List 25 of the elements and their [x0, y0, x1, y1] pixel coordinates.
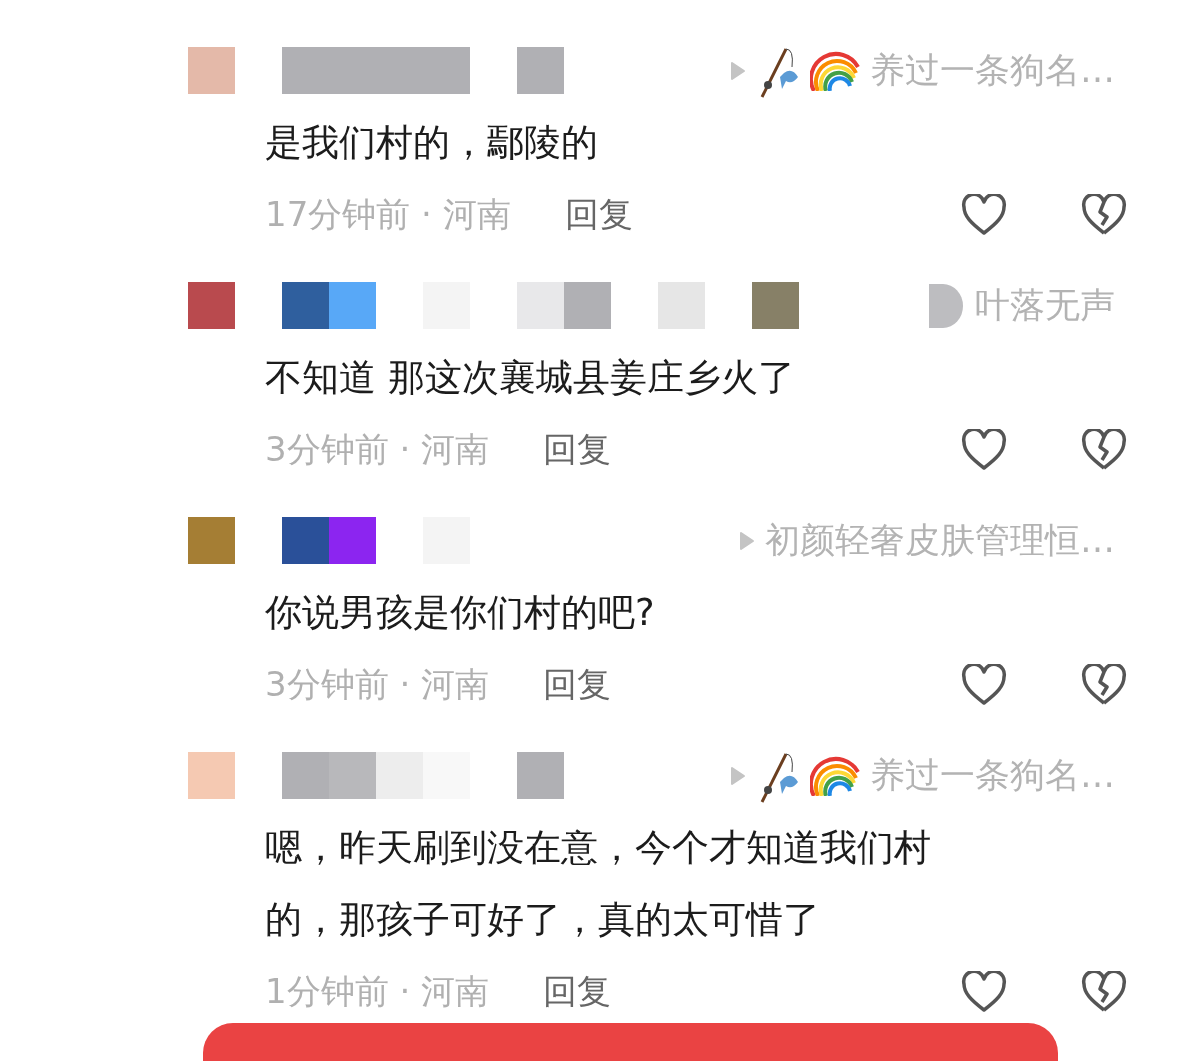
comment-time: 3分钟前 · 河南 [265, 428, 490, 471]
heart-icon[interactable] [961, 429, 1007, 471]
broken-heart-icon[interactable] [1081, 971, 1127, 1013]
comment-text: 是我们村的，鄢陵的 [265, 120, 599, 166]
rainbow-icon [810, 50, 860, 91]
reply-button[interactable]: 回复 [543, 427, 612, 473]
comment-time: 17分钟前 · 河南 [265, 193, 511, 236]
heart-icon[interactable] [961, 664, 1007, 706]
heart-icon[interactable] [961, 194, 1007, 236]
broken-heart-icon[interactable] [1081, 664, 1127, 706]
broken-heart-icon[interactable] [1081, 194, 1127, 236]
play-icon [739, 530, 755, 551]
rainbow-icon [810, 755, 860, 796]
heart-icon[interactable] [961, 971, 1007, 1013]
comment-text: 嗯，昨天刷到没在意，今个才知道我们村 的，那孩子可好了，真的太可惜了 [265, 825, 932, 943]
comment-time: 3分钟前 · 河南 [265, 663, 490, 706]
play-icon [730, 765, 746, 786]
reply-button[interactable]: 回复 [543, 662, 612, 708]
comment-time: 1分钟前 · 河南 [265, 970, 490, 1013]
reply-button[interactable]: 回复 [543, 969, 612, 1015]
broken-heart-icon[interactable] [1081, 429, 1127, 471]
reply-button[interactable]: 回复 [564, 192, 633, 238]
comment-text: 不知道 那这次襄城县姜庄乡火了 [265, 355, 796, 401]
comment-text: 你说男孩是你们村的吧? [265, 590, 656, 636]
play-icon [730, 60, 746, 81]
